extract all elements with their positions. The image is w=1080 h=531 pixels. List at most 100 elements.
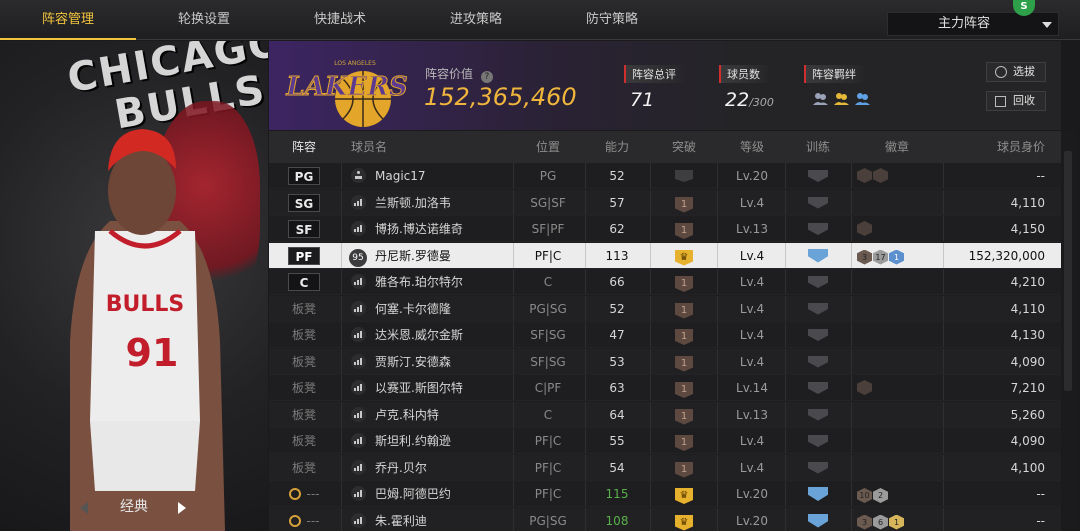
table-row[interactable]: 板凳 以赛亚.斯图尔特 C|PF 63 1 Lv.14 7,210 (269, 375, 1061, 401)
player-name[interactable]: 博扬.博达诺维奇 (375, 216, 525, 242)
breakthrough-badge[interactable]: 1 (675, 223, 693, 239)
player-name[interactable]: Magic17 (375, 163, 525, 189)
tab-quick-tactics[interactable]: 快捷战术 (272, 0, 408, 40)
player-name[interactable]: 雅各布.珀尔特尔 (375, 269, 525, 295)
crown-icon[interactable]: ♛ (675, 488, 693, 504)
player-name[interactable]: 斯坦利.约翰逊 (375, 428, 525, 454)
table-row[interactable]: SG 兰斯顿.加洛韦 SG|SF 57 1 Lv.4 4,110 (269, 189, 1061, 216)
featured-player-card[interactable]: CHICAGO BULLS BULLS 91 经典 (0, 41, 268, 531)
player-name[interactable]: 朱.霍利迪 (375, 508, 525, 531)
crown-icon[interactable]: ♛ (675, 249, 693, 266)
tab-lineup-management[interactable]: 阵容管理 (0, 0, 136, 40)
badge-silver-icon[interactable]: 2 (873, 488, 888, 503)
table-row[interactable]: 板凳 斯坦利.约翰逊 PF|C 55 1 Lv.4 4,090 (269, 428, 1061, 454)
table-row[interactable]: PG Magic17 PG 52 Lv.20 -- (269, 163, 1061, 189)
training-icon[interactable] (808, 329, 828, 341)
col-header-price[interactable]: 球员身价 (945, 131, 1045, 163)
tab-defense-strategy[interactable]: 防守策略 (544, 0, 680, 40)
help-icon[interactable]: ? (480, 71, 493, 83)
badge-empty-icon[interactable] (873, 168, 888, 183)
table-row[interactable]: 板凳 贾斯汀.安德森 SF|SG 53 1 Lv.4 4,090 (269, 348, 1061, 375)
training-icon[interactable] (808, 223, 828, 235)
table-row[interactable]: 板凳 达米恩.威尔金斯 SF|SG 47 1 Lv.4 4,130 (269, 322, 1061, 348)
col-header-training[interactable]: 训练 (785, 131, 851, 163)
breakthrough-badge[interactable]: 1 (675, 302, 693, 319)
training-icon[interactable] (808, 408, 828, 421)
training-icon[interactable] (808, 276, 828, 288)
table-row[interactable]: 板凳 卢克.科内特 C 64 1 Lv.13 5,260 (269, 401, 1061, 428)
crown-icon[interactable]: ♛ (675, 514, 693, 531)
table-row[interactable]: PF 95 丹尼斯.罗德曼 PF|C 113 ♛ Lv.4 3 17 1 152,320,000 (269, 242, 1061, 269)
badge-empty-icon[interactable] (857, 168, 872, 183)
breakthrough-badge[interactable]: 1 (675, 355, 693, 372)
select-button[interactable]: 选拔 (986, 62, 1046, 82)
col-header-lineup[interactable]: 阵容 (279, 131, 329, 163)
player-level: Lv.4 (739, 328, 765, 342)
player-name[interactable]: 贾斯汀.安德森 (375, 349, 525, 375)
lineup-value: 152,365,460 (424, 83, 577, 111)
training-icon[interactable] (808, 461, 828, 474)
roster-scroll-thumb[interactable] (1064, 151, 1072, 391)
synergy-icon-gray[interactable] (812, 91, 829, 106)
training-icon[interactable] (808, 382, 828, 394)
breakthrough-badge[interactable]: 1 (675, 461, 693, 478)
badge-gold-icon[interactable]: 1 (889, 249, 904, 265)
player-name[interactable]: 以赛亚.斯图尔特 (375, 375, 525, 401)
training-icon[interactable] (808, 487, 828, 501)
breakthrough-badge[interactable]: 1 (675, 196, 693, 213)
recycle-button[interactable]: 回收 (986, 91, 1046, 111)
alarm-clock-icon (288, 514, 301, 527)
lineup-dropdown[interactable]: 主力阵容 (887, 12, 1059, 36)
tab-rotation-settings[interactable]: 轮换设置 (136, 0, 272, 40)
training-icon[interactable] (808, 248, 828, 263)
lineup-slot: 板凳 (291, 460, 316, 475)
training-icon[interactable] (808, 302, 828, 315)
badge-silver-icon[interactable]: 17 (873, 249, 888, 265)
table-row[interactable]: 板凳 何塞.卡尔德隆 PG|SG 52 1 Lv.4 4,110 (269, 295, 1061, 322)
badge-empty-icon[interactable] (857, 221, 872, 236)
badge-silver-icon[interactable]: 6 (873, 514, 888, 530)
player-price: 4,130 (1010, 328, 1045, 342)
training-icon[interactable] (808, 513, 828, 528)
col-header-badges[interactable]: 徽章 (851, 131, 943, 163)
badge-bronze-icon[interactable]: 3 (857, 514, 872, 530)
badge-empty-icon[interactable] (857, 380, 872, 395)
table-row[interactable]: C 雅各布.珀尔特尔 C 66 1 Lv.4 4,210 (269, 269, 1061, 295)
tab-offense-strategy[interactable]: 进攻策略 (408, 0, 544, 40)
training-icon[interactable] (808, 196, 828, 209)
col-header-breakthrough[interactable]: 突破 (652, 131, 716, 163)
player-ability: 108 (605, 513, 629, 528)
player-name[interactable]: 何塞.卡尔德隆 (375, 296, 525, 322)
breakthrough-badge[interactable]: 1 (675, 435, 693, 451)
player-name[interactable]: 兰斯顿.加洛韦 (375, 190, 525, 216)
player-name[interactable]: 乔丹.贝尔 (375, 455, 525, 481)
synergy-icon-blue[interactable] (854, 91, 871, 106)
synergy-icons[interactable] (812, 91, 871, 106)
breakthrough-empty-icon[interactable] (675, 170, 693, 182)
col-header-position[interactable]: 位置 (511, 131, 585, 163)
player-name[interactable]: 丹尼斯.罗德曼 (375, 243, 525, 269)
table-row[interactable]: --- 巴姆.阿德巴约 PF|C 115 ♛ Lv.20 10 2 -- (269, 481, 1061, 507)
badge-bronze-icon[interactable]: 10 (857, 488, 872, 503)
table-row[interactable]: --- 朱.霍利迪 PG|SG 108 ♛ Lv.20 3 6 1 -- (269, 507, 1061, 531)
table-row[interactable]: SF 博扬.博达诺维奇 SF|PF 62 1 Lv.13 4,150 (269, 216, 1061, 242)
next-card-arrow-icon[interactable] (178, 502, 186, 514)
col-header-ability[interactable]: 能力 (587, 131, 647, 163)
badge-gold-icon[interactable]: 1 (889, 514, 904, 530)
badge-bronze-icon[interactable]: 3 (857, 249, 872, 265)
player-name[interactable]: 达米恩.威尔金斯 (375, 322, 525, 348)
training-icon[interactable] (808, 435, 828, 447)
training-icon[interactable] (808, 355, 828, 368)
training-icon[interactable] (808, 170, 828, 182)
roster-scrollbar[interactable] (1062, 131, 1076, 531)
breakthrough-badge[interactable]: 1 (675, 329, 693, 345)
player-name[interactable]: 巴姆.阿德巴约 (375, 481, 525, 507)
col-header-name[interactable]: 球员名 (349, 131, 389, 163)
player-name[interactable]: 卢克.科内特 (375, 402, 525, 428)
breakthrough-badge[interactable]: 1 (675, 408, 693, 425)
breakthrough-badge[interactable]: 1 (675, 382, 693, 398)
synergy-icon-gold[interactable] (833, 91, 850, 106)
breakthrough-badge[interactable]: 1 (675, 276, 693, 292)
col-header-level[interactable]: 等级 (719, 131, 785, 163)
table-row[interactable]: 板凳 乔丹.贝尔 PF|C 54 1 Lv.4 4,100 (269, 454, 1061, 481)
